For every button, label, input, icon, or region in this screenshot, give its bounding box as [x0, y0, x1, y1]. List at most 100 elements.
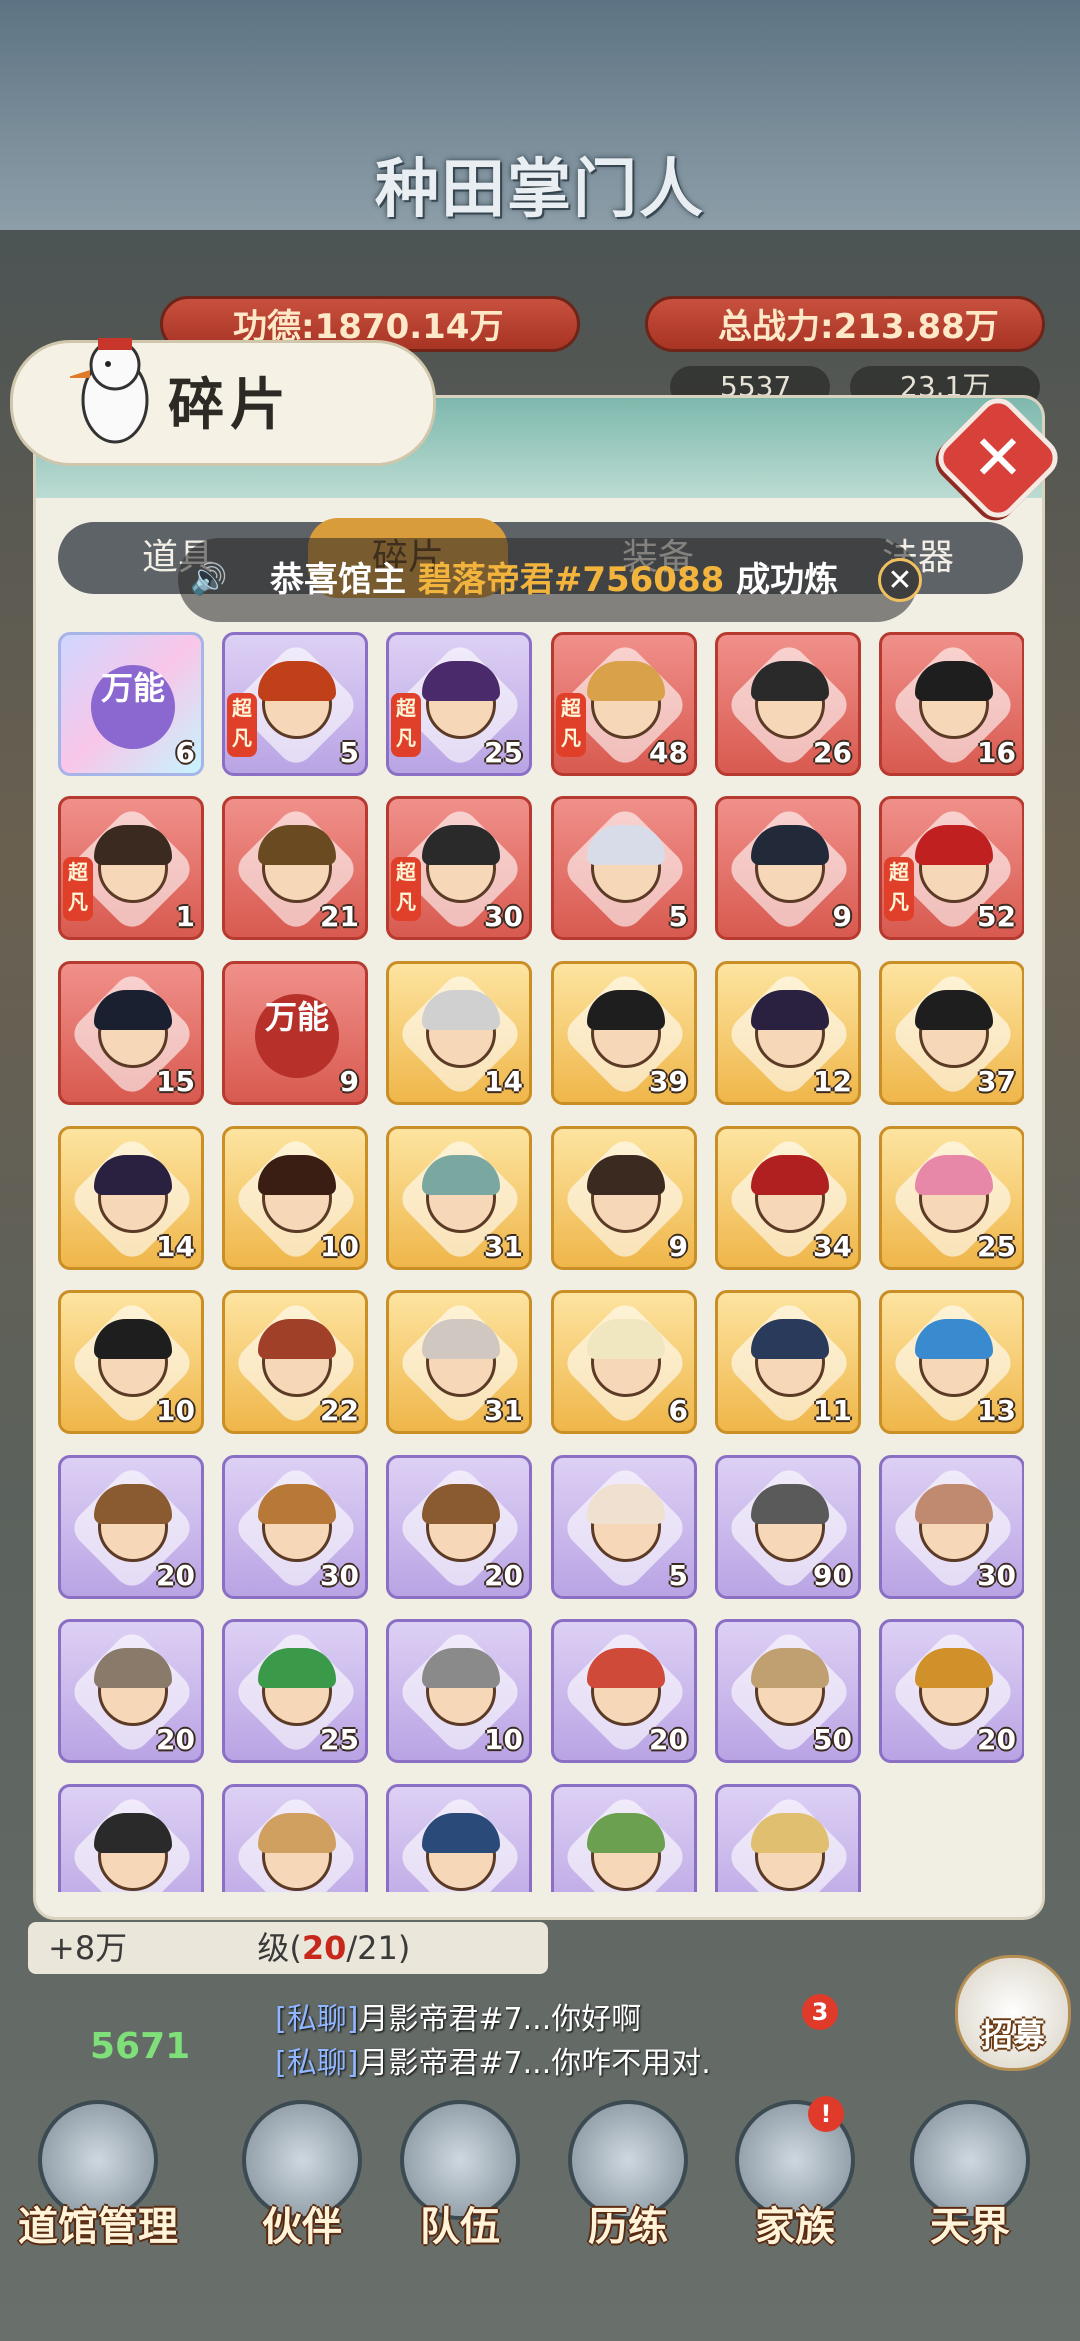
fragment-card[interactable]: 22 [222, 1290, 368, 1434]
fragment-count: 14 [156, 1230, 195, 1263]
fragment-count: 34 [813, 1230, 852, 1263]
character-hair [422, 661, 500, 701]
fragment-card[interactable]: 13 [879, 1290, 1024, 1434]
chat-text: 月影帝君#7...你好啊 [358, 2002, 642, 2037]
nav-team[interactable]: 队伍 [380, 2100, 540, 2250]
fragment-card[interactable]: 超凡 1 [58, 796, 204, 940]
fragment-card[interactable]: 39 [551, 961, 697, 1105]
close-icon: ✕ [972, 421, 1024, 494]
character-hair [751, 1484, 829, 1524]
fragment-card[interactable]: 超凡 30 [386, 796, 532, 940]
fragment-card[interactable]: 超凡 5 [222, 632, 368, 776]
fragment-card[interactable]: 10 [386, 1619, 532, 1763]
fragment-card[interactable]: 万能 6 [58, 632, 204, 776]
character-hair [915, 1155, 993, 1195]
fragment-count: 20 [484, 1559, 523, 1592]
chat-line[interactable]: [私聊]月影帝君#7...你咋不用对. [275, 2042, 875, 2086]
fragment-card[interactable]: 20 [386, 1455, 532, 1599]
fragment-card[interactable]: 11 [715, 1290, 861, 1434]
nav-partners[interactable]: 伙伴 [222, 2100, 382, 2250]
chat-text: 月影帝君#7...你咋不用对. [358, 2046, 711, 2081]
fragment-card[interactable]: 10 [222, 1126, 368, 1270]
announcement-close-icon[interactable]: ✕ [878, 558, 922, 602]
fragment-card[interactable]: 5 [551, 1455, 697, 1599]
fragment-card[interactable]: 14 [58, 1126, 204, 1270]
fragment-card[interactable]: 16 [879, 632, 1024, 776]
fragment-card[interactable] [386, 1784, 532, 1892]
fragment-count: 6 [175, 736, 195, 769]
character-hair [422, 1484, 500, 1524]
fragment-card[interactable]: 30 [879, 1455, 1024, 1599]
character-hair [94, 1155, 172, 1195]
fragment-count: 5 [668, 900, 688, 933]
fragment-card[interactable] [222, 1784, 368, 1892]
fragment-card[interactable]: 30 [222, 1455, 368, 1599]
chat-badge: 3 [802, 1994, 838, 2030]
character-hair [587, 661, 665, 701]
fragment-count: 30 [977, 1559, 1016, 1592]
fragment-card[interactable]: 37 [879, 961, 1024, 1105]
fragment-count: 11 [813, 1394, 852, 1427]
fragment-grid: 万能 6 超凡 5 超凡 25 超凡 48 26 16 超凡 1 21 超凡 30 5 9 超凡 52 15 万能 9 14… [58, 632, 1024, 1892]
level-current: 20 [301, 1929, 347, 1967]
fragment-card[interactable]: 20 [551, 1619, 697, 1763]
fragment-card[interactable]: 25 [879, 1126, 1024, 1270]
announcement-suffix: 成功炼 [736, 560, 839, 600]
character-hair [94, 825, 172, 865]
fragment-card[interactable]: 超凡 25 [386, 632, 532, 776]
character-hair [587, 1813, 665, 1853]
fragment-card[interactable]: 20 [58, 1455, 204, 1599]
fragment-count: 10 [320, 1230, 359, 1263]
fragment-card[interactable]: 万能 9 [222, 961, 368, 1105]
nav-family[interactable]: 家族 [715, 2100, 875, 2250]
fragment-card[interactable]: 6 [551, 1290, 697, 1434]
fragment-card[interactable] [715, 1784, 861, 1892]
chat-line[interactable]: [私聊]月影帝君#7...你好啊 [275, 1998, 875, 2042]
fragment-card[interactable]: 20 [58, 1619, 204, 1763]
nav-training[interactable]: 历练 [548, 2100, 708, 2250]
fragment-card[interactable]: 超凡 52 [879, 796, 1024, 940]
fragment-card[interactable] [551, 1784, 697, 1892]
fragment-card[interactable]: 12 [715, 961, 861, 1105]
nav-heaven[interactable]: 天界 [890, 2100, 1050, 2250]
fragment-count: 39 [649, 1065, 688, 1098]
nav-dojo-management[interactable]: 道馆管理 [18, 2100, 178, 2250]
fragment-card[interactable] [58, 1784, 204, 1892]
panel-title: 碎片 [168, 372, 292, 438]
rarity-tag: 超凡 [391, 857, 421, 921]
chat-tag: [私聊] [275, 2002, 359, 2037]
fragment-card[interactable]: 90 [715, 1455, 861, 1599]
fragment-card[interactable]: 14 [386, 961, 532, 1105]
power-bar: 总战力:213.88万 [645, 296, 1045, 352]
fragment-card[interactable]: 9 [715, 796, 861, 940]
character-hair [422, 1155, 500, 1195]
fragment-count: 48 [649, 736, 688, 769]
fragment-card[interactable]: 5 [551, 796, 697, 940]
fragment-card[interactable]: 26 [715, 632, 861, 776]
power-label: 总战力: [718, 307, 834, 347]
speaker-icon: 🔊 [190, 562, 228, 597]
character-hair [258, 661, 336, 701]
fragment-card[interactable]: 31 [386, 1290, 532, 1434]
fragment-count: 1 [175, 900, 195, 933]
fragment-card[interactable]: 50 [715, 1619, 861, 1763]
character-hair [915, 825, 993, 865]
recruit-button[interactable]: 招募 [955, 1955, 1071, 2071]
fragment-card[interactable]: 21 [222, 796, 368, 940]
fragment-card[interactable]: 9 [551, 1126, 697, 1270]
fragment-card[interactable]: 10 [58, 1290, 204, 1434]
rarity-tag: 超凡 [884, 857, 914, 921]
character-hair [751, 1648, 829, 1688]
fragment-card[interactable]: 31 [386, 1126, 532, 1270]
character-hair [915, 990, 993, 1030]
fragment-card[interactable]: 超凡 48 [551, 632, 697, 776]
fragment-card[interactable]: 20 [879, 1619, 1024, 1763]
fragment-card[interactable]: 15 [58, 961, 204, 1105]
fragment-count: 10 [484, 1723, 523, 1756]
character-hair [915, 1319, 993, 1359]
character-hair [751, 661, 829, 701]
fragment-card[interactable]: 25 [222, 1619, 368, 1763]
fragment-count: 25 [484, 736, 523, 769]
fragment-card[interactable]: 34 [715, 1126, 861, 1270]
character-hair [915, 1484, 993, 1524]
